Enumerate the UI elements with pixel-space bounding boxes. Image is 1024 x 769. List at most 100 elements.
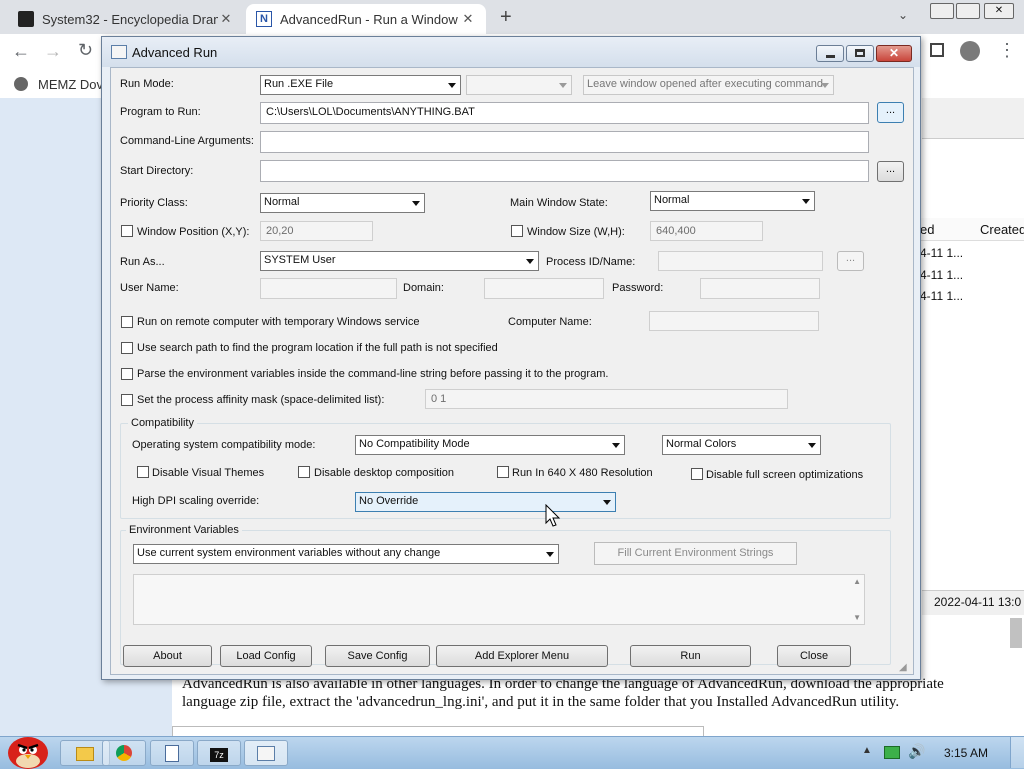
disable-themes-checkbox[interactable] [137, 466, 149, 478]
search-path-checkbox[interactable] [121, 342, 133, 354]
page-side-bar [922, 98, 1024, 139]
show-desktop-button[interactable] [1010, 737, 1024, 768]
run-mode-option-select[interactable] [466, 75, 572, 95]
taskbar-chrome-button[interactable] [102, 740, 146, 766]
minimize-button[interactable] [816, 45, 844, 62]
minimize-window-button[interactable] [930, 3, 954, 19]
window-size-checkbox[interactable] [511, 225, 523, 237]
chevron-down-icon [526, 259, 534, 264]
dialog-titlebar: Advanced Run ✕ [102, 37, 920, 67]
chevron-down-icon [546, 552, 554, 557]
browse-process-button[interactable]: ... [837, 251, 864, 271]
save-config-button[interactable]: Save Config [325, 645, 430, 667]
window-position-checkbox[interactable] [121, 225, 133, 237]
tab-search-chevron-icon[interactable]: ⌄ [898, 8, 908, 22]
run-as-select[interactable]: SYSTEM User [260, 251, 539, 271]
window-position-input[interactable]: 20,20 [260, 221, 373, 241]
os-compat-select[interactable]: No Compatibility Mode [355, 435, 625, 455]
run-mode-select[interactable]: Run .EXE File [260, 75, 461, 95]
priority-select[interactable]: Normal [260, 193, 425, 213]
tray-expand-icon[interactable]: ▲ [862, 745, 872, 756]
window-size-label: Window Size (W,H): [527, 226, 625, 238]
table-header: ed Created [918, 218, 1024, 241]
network-icon[interactable] [884, 746, 900, 759]
resize-grip-icon[interactable]: ◢ [899, 662, 907, 673]
chevron-down-icon [448, 83, 456, 88]
computer-name-input[interactable] [649, 311, 819, 331]
program-path-input[interactable]: C:\Users\LOL\Documents\ANYTHING.BAT [260, 102, 869, 124]
restore-window-button[interactable] [956, 3, 980, 19]
parse-env-checkbox[interactable] [121, 368, 133, 380]
run-button[interactable]: Run [630, 645, 751, 667]
dialog-body: Run Mode: Run .EXE File Leave window ope… [110, 67, 914, 675]
reload-icon[interactable]: ↻ [78, 40, 93, 61]
startdir-label: Start Directory: [120, 165, 194, 177]
cmdline-input[interactable] [260, 131, 869, 153]
affinity-checkbox[interactable] [121, 394, 133, 406]
domain-input[interactable] [484, 278, 604, 299]
bookmark-memz[interactable]: MEMZ Dov [38, 77, 103, 92]
run-640-checkbox[interactable] [497, 466, 509, 478]
program-label: Program to Run: [120, 106, 201, 118]
main-state-label: Main Window State: [510, 197, 608, 209]
scroll-up-icon[interactable]: ▲ [853, 577, 861, 586]
column-header-created: Created [980, 222, 1024, 237]
close-button[interactable]: Close [777, 645, 851, 667]
taskbar-7zip-button[interactable]: 7z [197, 740, 241, 766]
back-arrow-icon[interactable]: ← [12, 41, 30, 62]
disable-fullscreen-checkbox[interactable] [691, 468, 703, 480]
tab-system32[interactable]: System32 - Encyclopedia Dram ✕ [8, 4, 244, 34]
dpi-select[interactable]: No Override [355, 492, 616, 512]
main-state-select[interactable]: Normal [650, 191, 815, 211]
file-table: ed Created 4-11 1... 4-11 1... 4-11 1... [917, 218, 1024, 588]
advancedrun-dialog: Advanced Run ✕ Run Mode: Run .EXE File L… [101, 36, 921, 680]
taskbar-advancedrun-button[interactable] [244, 740, 288, 766]
sidepanel-icon[interactable] [930, 43, 944, 57]
close-tab-icon[interactable]: ✕ [218, 11, 234, 27]
maximize-button[interactable] [846, 45, 874, 62]
menu-dots-icon[interactable]: ⋮ [998, 40, 1016, 61]
startdir-input[interactable] [260, 160, 869, 182]
password-label: Password: [612, 282, 664, 294]
browse-startdir-button[interactable]: ... [877, 161, 904, 182]
fill-env-button[interactable]: Fill Current Environment Strings [594, 542, 797, 565]
profile-avatar-icon[interactable] [960, 41, 980, 61]
user-input[interactable] [260, 278, 397, 299]
password-input[interactable] [700, 278, 820, 299]
disable-desktop-checkbox[interactable] [298, 466, 310, 478]
forward-arrow-icon[interactable]: → [44, 41, 62, 62]
tab-advancedrun[interactable]: N AdvancedRun - Run a Window ✕ [246, 4, 486, 34]
env-select[interactable]: Use current system environment variables… [133, 544, 559, 564]
scroll-down-icon[interactable]: ▼ [853, 613, 861, 622]
notepad-icon [165, 745, 179, 762]
load-config-button[interactable]: Load Config [220, 645, 312, 667]
volume-icon[interactable]: 🔊 [908, 743, 925, 760]
compatibility-group-title: Compatibility [128, 417, 197, 429]
page-scrollbar-thumb[interactable] [1010, 618, 1022, 648]
chevron-down-icon [612, 443, 620, 448]
env-strings-textarea[interactable]: ▲ ▼ [133, 574, 865, 625]
window-size-input[interactable]: 640,400 [650, 221, 763, 241]
window-position-label: Window Position (X,Y): [137, 226, 250, 238]
table-cell: 4-11 1... [920, 268, 964, 282]
new-tab-button[interactable]: + [500, 6, 512, 29]
column-header: ed [920, 222, 935, 237]
pid-input[interactable] [658, 251, 823, 271]
computer-name-label: Computer Name: [508, 316, 592, 328]
clock[interactable]: 3:15 AM [944, 746, 988, 760]
add-explorer-menu-button[interactable]: Add Explorer Menu [436, 645, 608, 667]
close-tab-icon[interactable]: ✕ [460, 11, 476, 27]
close-window-button[interactable]: ✕ [984, 3, 1014, 19]
window-opened-select[interactable]: Leave window opened after executing comm… [583, 75, 834, 95]
about-button[interactable]: About [123, 645, 212, 667]
chevron-down-icon [603, 500, 611, 505]
affinity-input[interactable]: 0 1 [425, 389, 788, 409]
page-paragraph-line2: language zip file, extract the 'advanced… [182, 694, 900, 710]
browse-program-button[interactable]: ... [877, 102, 904, 123]
search-path-label: Use search path to find the program loca… [137, 342, 498, 354]
angry-bird-start-icon[interactable] [4, 731, 52, 769]
remote-checkbox[interactable] [121, 316, 133, 328]
close-x-button[interactable]: ✕ [876, 45, 912, 62]
taskbar-notepad-button[interactable] [150, 740, 194, 766]
colors-select[interactable]: Normal Colors [662, 435, 821, 455]
